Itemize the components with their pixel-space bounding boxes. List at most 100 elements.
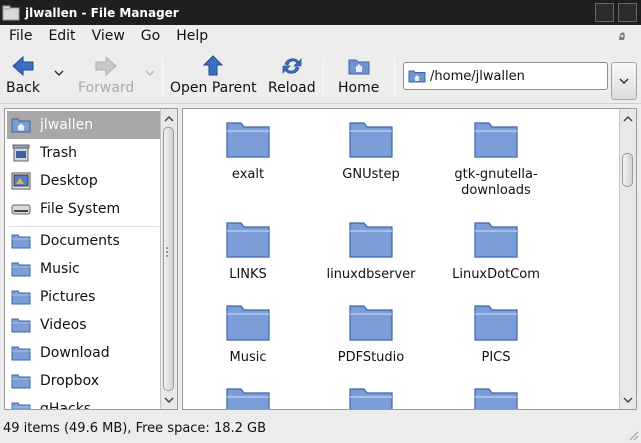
file-item-exalt[interactable]: exalt <box>188 119 308 183</box>
sidebar-item-desktop[interactable]: Desktop <box>7 167 160 195</box>
sidebar: jlwallen Trash Desktop File System Docum… <box>4 108 178 410</box>
sidebar-item-trash[interactable]: Trash <box>7 139 160 167</box>
menu-go[interactable]: Go <box>133 28 168 44</box>
scroll-up-icon[interactable] <box>161 111 177 127</box>
folder-icon <box>226 122 270 158</box>
toolbar-separator <box>323 58 324 96</box>
minimize-button[interactable] <box>595 3 614 22</box>
maximize-button[interactable] <box>618 3 637 22</box>
home-button[interactable]: Home <box>338 54 379 100</box>
sidebar-item-file-system[interactable]: File System <box>7 195 160 223</box>
sidebar-item-music[interactable]: Music <box>7 255 160 283</box>
sidebar-item-label: Download <box>40 345 110 361</box>
scroll-down-icon[interactable] <box>161 392 177 408</box>
folder-icon <box>11 290 31 305</box>
desktop-icon <box>11 172 31 190</box>
file-item-gnustep[interactable]: GNUstep <box>311 119 431 183</box>
resize-grip-icon[interactable] <box>627 429 639 441</box>
sidebar-item-pictures[interactable]: Pictures <box>7 283 160 311</box>
sidebar-item-label: Videos <box>40 317 87 333</box>
folder-icon <box>474 305 518 341</box>
menu-file[interactable]: File <box>0 28 40 44</box>
folder-icon <box>349 122 393 158</box>
file-item-partial[interactable] <box>311 385 431 409</box>
home-label: Home <box>338 80 380 96</box>
back-label: Back <box>6 80 40 96</box>
drive-icon <box>11 204 31 215</box>
file-name: LINKS <box>229 267 267 282</box>
file-name: gtk-gnutella-downloads <box>454 167 538 198</box>
open-parent-label: Open Parent <box>170 80 257 96</box>
location-dropdown-button[interactable] <box>611 62 637 100</box>
trash-icon <box>12 144 30 162</box>
sidebar-item-jlwallen[interactable]: jlwallen <box>7 111 160 139</box>
file-item-partial[interactable] <box>188 385 308 409</box>
file-name: PICS <box>481 350 511 365</box>
location-bar[interactable]: /home/jlwallen <box>403 62 608 90</box>
sidebar-item-documents[interactable]: Documents <box>7 227 160 255</box>
sidebar-item-label: jlwallen <box>40 117 94 133</box>
scroll-up-icon[interactable] <box>620 111 636 127</box>
file-item-gtk-gnutella-downloads[interactable]: gtk-gnutella-downloads <box>436 119 556 199</box>
forward-history-dropdown-icon[interactable] <box>145 69 155 77</box>
file-item-links[interactable]: LINKS <box>188 219 308 283</box>
sidebar-item-label: File System <box>40 201 121 217</box>
folder-icon <box>11 402 31 409</box>
file-name: LinuxDotCom <box>452 267 540 282</box>
forward-arrow-icon <box>95 55 117 77</box>
home-folder-icon <box>408 70 426 83</box>
folder-icon <box>226 222 270 258</box>
back-history-dropdown-icon[interactable] <box>54 69 64 77</box>
folder-icon <box>11 374 31 389</box>
sidebar-item-label: Dropbox <box>40 373 99 389</box>
forward-button[interactable]: Forward <box>78 54 134 100</box>
file-item-linuxdbserver[interactable]: linuxdbserver <box>311 219 431 283</box>
status-bar: 49 items (49.6 MB), Free space: 18.2 GB <box>0 413 641 443</box>
sidebar-item-label: Desktop <box>40 173 98 189</box>
menubar: File Edit View Go Help <box>0 25 641 47</box>
file-item-pdfstudio[interactable]: PDFStudio <box>311 302 431 366</box>
file-name: GNUstep <box>342 167 400 182</box>
title-bar[interactable]: jlwallen - File Manager <box>0 0 641 25</box>
location-path: /home/jlwallen <box>430 68 525 84</box>
menu-help[interactable]: Help <box>168 28 216 44</box>
sidebar-item-ghacks[interactable]: gHacks <box>7 395 160 409</box>
scroll-down-icon[interactable] <box>620 392 636 408</box>
folder-icon <box>11 234 31 249</box>
file-item-linuxdotcom[interactable]: LinuxDotCom <box>436 219 556 283</box>
toolbar-separator <box>162 58 163 96</box>
folder-icon <box>11 318 31 333</box>
folder-icon <box>11 262 31 277</box>
window-menu-icon[interactable] <box>1 3 21 23</box>
sidebar-list: jlwallen Trash Desktop File System Docum… <box>5 109 160 409</box>
folder-icon <box>226 388 270 409</box>
chevron-down-icon <box>619 78 629 85</box>
icon-view-scrollbar[interactable] <box>619 109 636 409</box>
reload-label: Reload <box>268 80 316 96</box>
activity-spinner-icon <box>615 29 629 43</box>
forward-label: Forward <box>78 80 135 96</box>
back-button[interactable]: Back <box>6 54 40 100</box>
icon-view: exalt GNUstep gtk-gnutella-downloads LIN… <box>182 108 637 410</box>
file-item-pics[interactable]: PICS <box>436 302 556 366</box>
folder-icon <box>474 388 518 409</box>
folder-icon <box>11 346 31 361</box>
sidebar-item-label: Documents <box>40 233 120 249</box>
home-folder-icon <box>348 59 370 75</box>
pane-resize-handle[interactable] <box>165 245 169 265</box>
file-item-music[interactable]: Music <box>188 302 308 366</box>
sidebar-item-download[interactable]: Download <box>7 339 160 367</box>
menu-view[interactable]: View <box>84 28 133 44</box>
folder-icon <box>474 122 518 158</box>
file-item-partial[interactable] <box>436 385 556 409</box>
file-name: PDFStudio <box>337 350 405 365</box>
file-name: Music <box>229 350 267 365</box>
sidebar-item-videos[interactable]: Videos <box>7 311 160 339</box>
reload-button[interactable]: Reload <box>268 54 316 100</box>
icon-view-scroll-thumb[interactable] <box>622 153 633 187</box>
up-arrow-icon <box>203 55 224 76</box>
sidebar-item-dropbox[interactable]: Dropbox <box>7 367 160 395</box>
open-parent-button[interactable]: Open Parent <box>170 54 257 100</box>
sidebar-item-label: Pictures <box>40 289 96 305</box>
menu-edit[interactable]: Edit <box>40 28 83 44</box>
